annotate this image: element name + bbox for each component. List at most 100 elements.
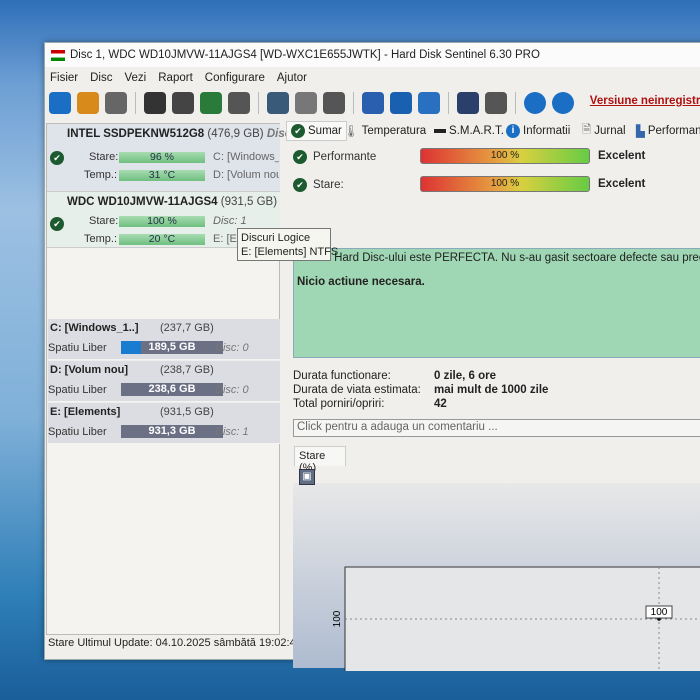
message-text: Starea Hard Disc-ului este PERFECTA. Nu …	[297, 252, 700, 264]
refresh-icon[interactable]	[49, 92, 71, 114]
toolbar-separator	[258, 92, 259, 114]
status-bar: Stare Ultimul Update: 04.10.2025 sâmbătă…	[48, 637, 302, 649]
temp-label: Temp.:	[84, 233, 118, 245]
tab-smart[interactable]: S.M.A.R.T.	[434, 121, 504, 141]
volume-item[interactable]: C: [Windows_1..] (237,7 GB) Spatiu Liber…	[48, 319, 280, 360]
health-label: Stare:	[89, 151, 119, 163]
ok-check-icon: ✔	[50, 151, 64, 165]
health-bar: 100 %	[119, 216, 205, 227]
app-window: Disc 1, WDC WD10JMVW-11AJGS4 [WD-WXC1E65…	[44, 42, 700, 671]
volume-d-label: D: [Volum nou	[213, 169, 279, 181]
help-icon[interactable]	[524, 92, 546, 114]
temp-bar: 20 °C	[119, 234, 205, 245]
tab-informatii[interactable]: i Informatii	[506, 121, 570, 141]
refresh-warning-icon[interactable]	[77, 92, 99, 114]
settings-icon[interactable]	[457, 92, 479, 114]
menu-vezi[interactable]: Vezi	[125, 72, 147, 84]
free-space-bar: 189,5 GB	[121, 341, 223, 354]
lifetime-value: mai mult de 1000 zile	[434, 384, 549, 396]
disk-list-icon[interactable]	[105, 92, 127, 114]
tab-jurnal[interactable]: 🗎 Jurnal	[582, 121, 626, 141]
action-text: Nicio actiune necesara.	[297, 276, 425, 288]
health-rating: Excelent	[598, 178, 646, 190]
web-icon[interactable]	[418, 92, 440, 114]
lifetime-label: Durata de viata estimata:	[293, 384, 421, 396]
volume-disc: Disc: 1	[215, 426, 249, 438]
chart-icon: ▙	[636, 126, 645, 138]
report-icon[interactable]	[362, 92, 384, 114]
disk-name: WDC WD10JMVW-11AJGS4 (931,5 GB)	[67, 196, 278, 208]
health-bar: 100 %	[420, 176, 590, 192]
tooltip-volume: E: [Elements] NTFS	[241, 246, 339, 258]
toolbar-separator	[135, 92, 136, 114]
usb-disk-icon[interactable]	[323, 92, 345, 114]
free-space-bar: 931,3 GB	[121, 425, 223, 438]
disk-ok-icon[interactable]	[200, 92, 222, 114]
health-bar: 96 %	[119, 152, 205, 163]
mail-icon[interactable]	[390, 92, 412, 114]
toolbar-separator	[515, 92, 516, 114]
tab-sumar[interactable]: ✔ Sumar	[286, 121, 347, 141]
info-icon[interactable]	[552, 92, 574, 114]
app-icon	[51, 49, 65, 61]
disk-globe-icon[interactable]	[267, 92, 289, 114]
menu-disc[interactable]: Disc	[90, 72, 112, 84]
comment-input[interactable]: Click pentru a adauga un comentariu ...	[293, 419, 700, 437]
toolbar-separator	[448, 92, 449, 114]
menu-configurare[interactable]: Configurare	[205, 72, 265, 84]
menu-ajutor[interactable]: Ajutor	[277, 72, 307, 84]
main-panel: ✔ Sumar 🌡 Temperatura S.M.A.R.T. i Informat…	[286, 121, 700, 671]
health-label: Stare:	[313, 179, 344, 191]
power-on-label: Durata functionare:	[293, 370, 391, 382]
free-space-label: Spatiu Liber	[48, 342, 107, 354]
tab-performanta[interactable]: ▙Performanta	[636, 121, 700, 141]
volume-list: C: [Windows_1..] (237,7 GB) Spatiu Liber…	[47, 319, 280, 444]
volume-item[interactable]: E: [Elements] (931,5 GB) Spatiu Liber 93…	[48, 403, 280, 444]
info-icon: i	[506, 124, 520, 138]
volume-e-label: E: [El	[213, 233, 240, 245]
free-space-label: Spatiu Liber	[48, 426, 107, 438]
volume-item[interactable]: D: [Volum nou] (238,7 GB) Spatiu Liber 2…	[48, 361, 280, 402]
disk-panel: INTEL SSDPEKNW512G8 (476,9 GB) Disc: 0 ✔…	[46, 123, 305, 635]
menu-bar: Fisier Disc Vezi Raport Configurare Ajut…	[45, 69, 700, 87]
health-chart: 10004.10.2025100	[332, 566, 700, 671]
disk-timer-icon[interactable]	[172, 92, 194, 114]
start-stop-label: Total porniri/opriri:	[293, 398, 385, 410]
tab-temperatura[interactable]: 🌡 Temperatura	[344, 121, 426, 141]
y-tick-label: 100	[332, 610, 343, 627]
volume-name: E: [Elements]	[50, 406, 121, 418]
temp-bar: 31 °C	[119, 170, 205, 181]
health-label: Stare:	[89, 215, 119, 227]
ok-check-icon: ✔	[293, 178, 307, 192]
sound-icon[interactable]	[485, 92, 507, 114]
performance-bar: 100 %	[420, 148, 590, 164]
title-bar: Disc 1, WDC WD10JMVW-11AJGS4 [WD-WXC1E65…	[45, 43, 700, 67]
free-space-bar: 238,6 GB	[121, 383, 223, 396]
disk-name: INTEL SSDPEKNW512G8 (476,9 GB) Disc: 0	[67, 128, 305, 140]
disk-surface-icon[interactable]	[144, 92, 166, 114]
volume-size: (237,7 GB)	[160, 322, 214, 334]
temp-label: Temp.:	[84, 169, 118, 181]
free-space-label: Spatiu Liber	[48, 384, 107, 396]
document-icon: 🗎	[582, 123, 592, 136]
disc-number: Disc: 1	[213, 215, 247, 227]
tab-stare-chart[interactable]: Stare (%)	[294, 446, 346, 474]
network-disk-icon[interactable]	[295, 92, 317, 114]
tooltip-title: Discuri Logice	[241, 232, 311, 244]
volume-size: (238,7 GB)	[160, 364, 214, 376]
window-title: Disc 1, WDC WD10JMVW-11AJGS4 [WD-WXC1E65…	[70, 49, 540, 61]
performance-rating: Excelent	[598, 150, 646, 162]
volume-disc: Disc: 0	[215, 384, 249, 396]
ok-check-icon: ✔	[293, 150, 307, 164]
status-message: Starea Hard Disc-ului este PERFECTA. Nu …	[293, 248, 700, 358]
toolbar-separator	[353, 92, 354, 114]
menu-raport[interactable]: Raport	[158, 72, 193, 84]
menu-fisier[interactable]: Fisier	[50, 72, 78, 84]
tooltip: Discuri Logice E: [Elements] NTFS	[237, 228, 339, 261]
volume-name: C: [Windows_1..]	[50, 322, 139, 334]
ok-check-icon: ✔	[291, 124, 305, 138]
disk-item-0[interactable]: INTEL SSDPEKNW512G8 (476,9 GB) Disc: 0 ✔…	[47, 124, 305, 192]
smart-disk-icon	[434, 129, 446, 133]
disk-search-icon[interactable]	[228, 92, 250, 114]
unregistered-version-link[interactable]: Versiune neinregistrata	[590, 95, 700, 107]
